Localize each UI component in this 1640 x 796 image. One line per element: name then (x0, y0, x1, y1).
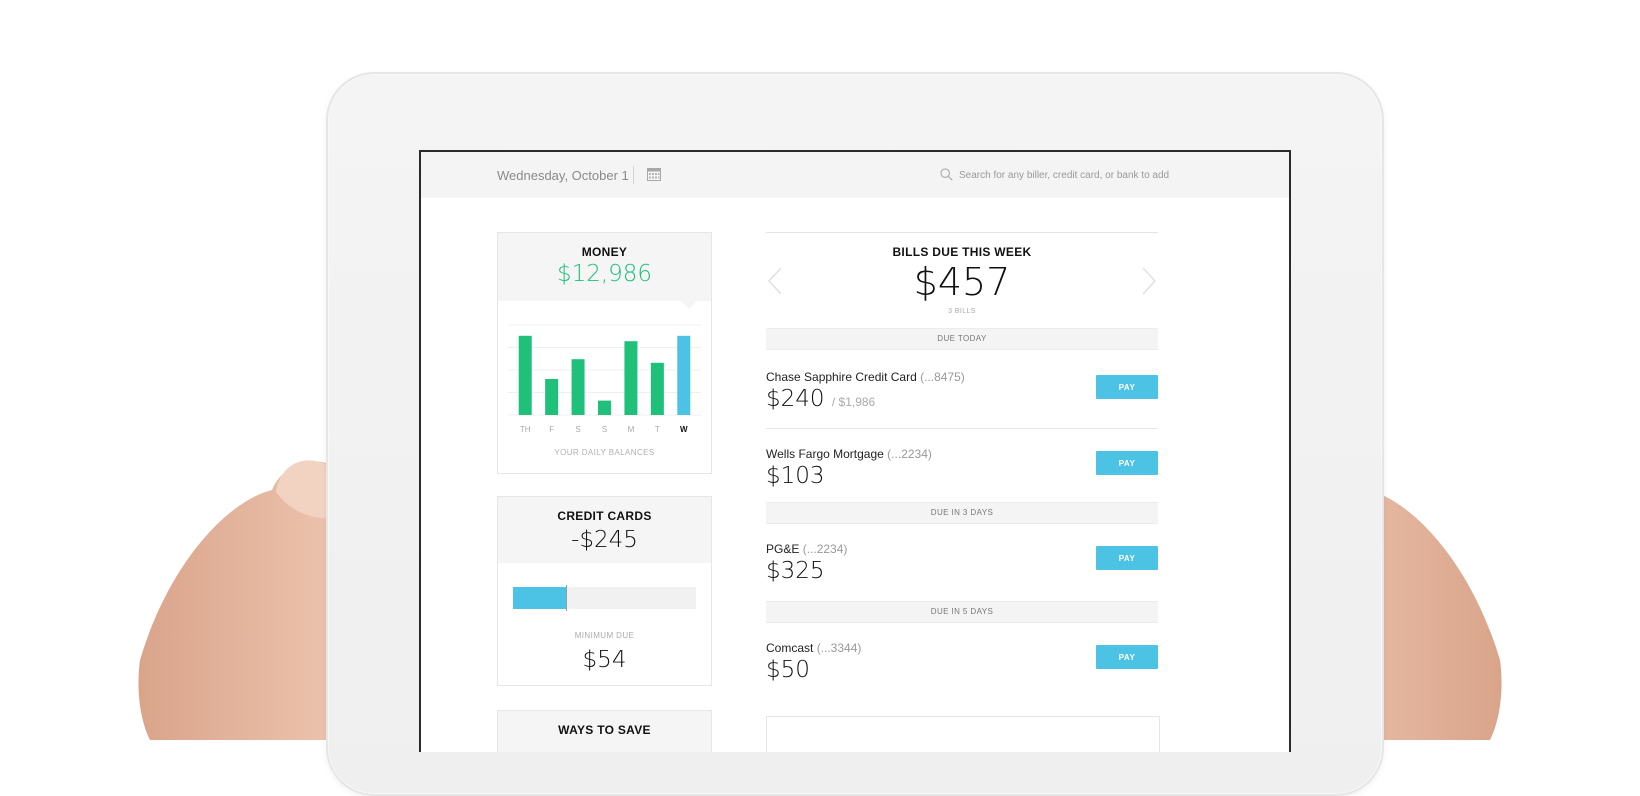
credit-usage-bar (513, 585, 696, 611)
chart-bar-m-4[interactable] (624, 341, 638, 415)
credit-cards-amount: -$245 (571, 527, 638, 553)
bill-amount: $325 (766, 558, 825, 584)
bill-account: (...2234) (802, 542, 848, 556)
bills-total: $457 (913, 260, 1011, 304)
bill-amount: $240 / $1,986 (766, 386, 876, 412)
bill-row[interactable]: Chase Sapphire Credit Card (...8475) $24… (766, 370, 1158, 432)
ways-to-save-card[interactable]: WAYS TO SAVE (497, 710, 712, 752)
bill-amount: $103 (766, 463, 825, 489)
chart-caption: YOUR DAILY BALANCES (554, 448, 654, 457)
ways-to-save-title: WAYS TO SAVE (558, 723, 651, 737)
chart-bar-w-6[interactable] (677, 335, 691, 415)
section-due-today: DUE TODAY (766, 328, 1158, 350)
money-title: MONEY (581, 245, 628, 259)
money-card[interactable]: MONEY $12,986 TH F S S M T W YOUR DAILY BALANCE… (497, 232, 712, 474)
search-icon (940, 168, 953, 181)
next-card (766, 716, 1160, 752)
bill-amount: $50 (766, 657, 810, 683)
bill-row[interactable]: Wells Fargo Mortgage (...2234) $103 PAY (766, 447, 1158, 509)
money-amount: $12,986 (556, 261, 653, 287)
bill-account: (...2234) (887, 447, 932, 461)
current-date: Wednesday, October 1 (497, 168, 629, 183)
pay-button[interactable]: PAY (1096, 375, 1158, 399)
bills-top-rule (766, 232, 1158, 233)
bill-limit: / $1,986 (831, 395, 876, 409)
credit-usage-marker (566, 585, 568, 611)
chart-bar-s-3[interactable] (598, 400, 611, 415)
row-divider (766, 428, 1158, 429)
bill-name: Comcast (...3344) (766, 641, 862, 655)
chart-bar-s-2[interactable] (571, 359, 585, 415)
bill-name: Chase Sapphire Credit Card (...8475) (766, 370, 965, 384)
chart-tick-label: TH (520, 425, 531, 434)
bills-title: BILLS DUE THIS WEEK (892, 245, 1032, 259)
bill-account: (...3344) (816, 641, 862, 655)
minimum-due-label: MINIMUM DUE (574, 631, 635, 640)
credit-cards-card[interactable]: CREDIT CARDS -$245 MINIMUM DUE $54 (497, 496, 712, 686)
chart-tick-label: W (680, 425, 688, 434)
bill-name: PG&E (...2234) (766, 542, 848, 556)
bill-account: (...8475) (920, 370, 965, 384)
bill-row[interactable]: Comcast (...3344) $50 PAY (766, 641, 1158, 703)
minimum-due-amount: $54 (582, 647, 627, 673)
section-due-in-5-days: DUE IN 5 DAYS (766, 601, 1158, 623)
chart-tick-label: S (575, 425, 580, 434)
credit-cards-header: CREDIT CARDS -$245 (498, 497, 711, 563)
topbar-divider (633, 166, 634, 184)
calendar-icon[interactable] (647, 168, 661, 181)
chart-tick-label: S (602, 425, 607, 434)
pay-button[interactable]: PAY (1096, 645, 1158, 669)
section-due-in-3-days: DUE IN 3 DAYS (766, 502, 1158, 524)
pay-button[interactable]: PAY (1096, 451, 1158, 475)
top-bar: Wednesday, October 1 (421, 152, 1289, 198)
app-screen: Wednesday, October 1 MONEY $12,986 TH F S S… (419, 150, 1291, 752)
bill-name: Wells Fargo Mortgage (...2234) (766, 447, 932, 461)
chart-tick-label: M (628, 425, 635, 434)
pay-button[interactable]: PAY (1096, 546, 1158, 570)
ways-to-save-header: WAYS TO SAVE (498, 711, 711, 752)
money-card-header: MONEY $12,986 (498, 233, 711, 309)
chart-tick-label: F (549, 425, 554, 434)
chart-tick-label: T (655, 425, 660, 434)
bills-count: 3 BILLS (948, 308, 976, 315)
chart-bar-t-5[interactable] (650, 362, 664, 415)
chart-bar-f-1[interactable] (545, 379, 559, 415)
credit-usage-fill (513, 587, 567, 609)
daily-balance-chart: TH F S S M T W YOUR DAILY BALANCES (508, 324, 701, 457)
search-input[interactable] (959, 165, 1169, 185)
chart-bar-th-0[interactable] (518, 335, 532, 415)
bill-row[interactable]: PG&E (...2234) $325 PAY (766, 542, 1158, 604)
credit-cards-title: CREDIT CARDS (557, 509, 652, 523)
